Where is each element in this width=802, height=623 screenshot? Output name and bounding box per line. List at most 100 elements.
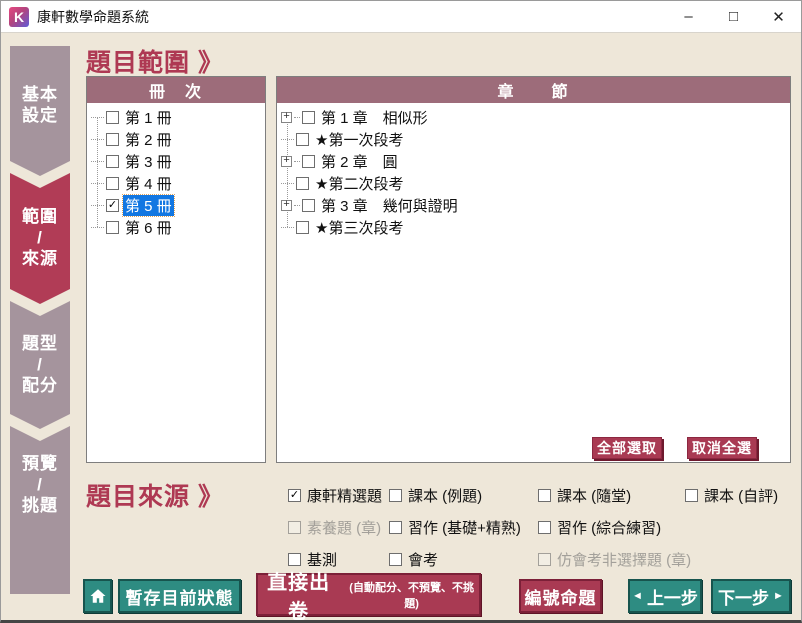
checkbox-unchecked [538, 553, 551, 566]
tree-item[interactable]: 第 4 冊 [87, 172, 265, 194]
checkbox-unchecked [288, 521, 301, 534]
direct-exam-button[interactable]: 直接出卷 (自動配分、不預覽、不挑題) [256, 573, 481, 616]
right-arrow-icon: ► [773, 590, 784, 602]
sidebar-tab-label-line: 題型 [22, 333, 58, 354]
tree-item[interactable]: 第 1 冊 [87, 106, 265, 128]
tree-item[interactable]: + 第 2 章 圓 [277, 150, 790, 172]
tree-item[interactable]: + 第 3 章 幾何與證明 [277, 194, 790, 216]
source-option[interactable]: 課本 (隨堂) [538, 485, 685, 506]
home-button[interactable] [83, 579, 112, 613]
checkbox-unchecked[interactable] [389, 553, 402, 566]
tree-item-label[interactable]: 第 3 冊 [123, 151, 174, 172]
checkbox-unchecked[interactable] [302, 111, 315, 124]
sidebar-tab-basic-settings[interactable]: 基本設定 [10, 46, 70, 176]
expand-plus-icon[interactable]: + [281, 112, 292, 123]
app-window: K 康軒數學命題系統 – □ ✕ 基本設定 範圍/來源 題型/配分 預覽/挑題 … [0, 0, 802, 623]
tree-item-label[interactable]: 第 1 章 相似形 [319, 107, 430, 128]
source-option-label: 康軒精選題 [307, 485, 382, 506]
source-option: 仿會考非選擇題 (章) [538, 549, 685, 570]
tree-item[interactable]: + 第 1 章 相似形 [277, 106, 790, 128]
tree-item[interactable]: ★第一次段考 [277, 128, 790, 150]
checkbox-unchecked[interactable] [106, 133, 119, 146]
maximize-icon[interactable]: □ [711, 1, 756, 32]
sidebar-tab-label-line: 設定 [22, 105, 58, 126]
sidebar-tab-label-line: 來源 [22, 248, 58, 269]
volume-panel: 冊 次 第 1 冊第 2 冊第 3 冊第 4 冊✓第 5 冊第 6 冊 [86, 76, 266, 463]
tree-connector-stub [294, 161, 300, 162]
checkbox-unchecked[interactable] [296, 133, 309, 146]
tree-item-label[interactable]: 第 2 章 圓 [319, 151, 400, 172]
tree-item[interactable]: ★第三次段考 [277, 216, 790, 238]
main-content: 基本設定 範圍/來源 題型/配分 預覽/挑題 題目範圍 》 冊 次 第 1 冊第… [1, 33, 801, 621]
window-controls: – □ ✕ [666, 1, 801, 32]
select-all-button[interactable]: 全部選取 [592, 437, 662, 459]
checkbox-unchecked[interactable] [685, 489, 698, 502]
source-option[interactable]: 課本 (自評) [685, 485, 793, 506]
tree-item[interactable]: 第 6 冊 [87, 216, 265, 238]
chapter-panel-buttons: 全部選取 取消全選 [592, 437, 757, 459]
source-option-label: 習作 (綜合練習) [557, 517, 661, 538]
next-step-label: 下一步 [718, 584, 769, 609]
checkbox-unchecked[interactable] [106, 155, 119, 168]
direct-exam-label: 直接出卷 [258, 566, 339, 623]
prev-step-label: 上一步 [647, 584, 698, 609]
source-option[interactable]: 習作 (綜合練習) [538, 517, 685, 538]
sidebar-tab-label-line: / [37, 227, 43, 248]
tree-item[interactable]: ✓ 第 5 冊 [87, 194, 265, 216]
source-option[interactable]: 會考 [389, 549, 538, 570]
checkbox-unchecked[interactable] [389, 489, 402, 502]
tree-item[interactable]: 第 3 冊 [87, 150, 265, 172]
tree-connector-stub [91, 205, 104, 206]
checkbox-unchecked[interactable] [538, 521, 551, 534]
tree-item-label[interactable]: 第 1 冊 [123, 107, 174, 128]
source-option[interactable]: 課本 (例題) [389, 485, 538, 506]
checkbox-unchecked[interactable] [302, 155, 315, 168]
sidebar-tab-scope-source[interactable]: 範圍/來源 [10, 173, 70, 304]
numbered-exam-button[interactable]: 編號命題 [519, 579, 602, 613]
checkbox-unchecked[interactable] [106, 177, 119, 190]
checkbox-unchecked[interactable] [296, 221, 309, 234]
tree-connector-stub [281, 139, 294, 140]
close-icon[interactable]: ✕ [756, 1, 801, 32]
tree-item-label[interactable]: ★第二次段考 [313, 173, 405, 194]
checkbox-unchecked[interactable] [288, 553, 301, 566]
checkbox-checked[interactable]: ✓ [106, 199, 119, 212]
checkbox-checked[interactable]: ✓ [288, 489, 301, 502]
checkbox-unchecked[interactable] [106, 221, 119, 234]
sidebar-tab-type-points[interactable]: 題型/配分 [10, 301, 70, 429]
sidebar-tab-preview-pick[interactable]: 預覽/挑題 [10, 426, 70, 594]
tree-connector-stub [281, 227, 294, 228]
tree-item-label[interactable]: ★第一次段考 [313, 129, 405, 150]
tree-item-label[interactable]: ★第三次段考 [313, 217, 405, 238]
checkbox-unchecked[interactable] [302, 199, 315, 212]
sidebar-tab-label-line: / [37, 354, 43, 375]
tree-item-label[interactable]: 第 3 章 幾何與證明 [319, 195, 460, 216]
minimize-icon[interactable]: – [666, 1, 711, 32]
source-options-grid: ✓康軒精選題課本 (例題)課本 (隨堂)課本 (自評)素養題 (章)習作 (基礎… [288, 479, 793, 575]
checkbox-unchecked[interactable] [538, 489, 551, 502]
deselect-all-button[interactable]: 取消全選 [687, 437, 757, 459]
save-state-button[interactable]: 暫存目前狀態 [118, 579, 241, 613]
next-step-button[interactable]: 下一步 ► [711, 579, 791, 613]
checkbox-unchecked[interactable] [389, 521, 402, 534]
source-option[interactable]: 習作 (基礎+精熟) [389, 517, 538, 538]
title-bar: K 康軒數學命題系統 – □ ✕ [1, 1, 801, 33]
expand-plus-icon[interactable]: + [281, 200, 292, 211]
tree-item-label[interactable]: 第 6 冊 [123, 217, 174, 238]
tree-item-label[interactable]: 第 5 冊 [123, 195, 174, 216]
tree-item[interactable]: 第 2 冊 [87, 128, 265, 150]
chapter-tree: + 第 1 章 相似形★第一次段考 + 第 2 章 圓★第二次段考 + 第 3 章 幾何與… [277, 103, 790, 462]
checkbox-unchecked[interactable] [296, 177, 309, 190]
source-option-label: 課本 (自評) [704, 485, 778, 506]
tree-connector-stub [91, 227, 104, 228]
expand-plus-icon[interactable]: + [281, 156, 292, 167]
volume-tree: 第 1 冊第 2 冊第 3 冊第 4 冊 ✓ 第 5 冊第 6 冊 [87, 103, 265, 462]
tree-item[interactable]: ★第二次段考 [277, 172, 790, 194]
prev-step-button[interactable]: ◄ 上一步 [628, 579, 702, 613]
tree-item-label[interactable]: 第 2 冊 [123, 129, 174, 150]
source-option-label: 仿會考非選擇題 (章) [557, 549, 691, 570]
checkbox-unchecked[interactable] [106, 111, 119, 124]
tree-item-label[interactable]: 第 4 冊 [123, 173, 174, 194]
sidebar-tab-label-line: 範圍 [22, 206, 58, 227]
source-option[interactable]: ✓ 康軒精選題 [288, 485, 389, 506]
